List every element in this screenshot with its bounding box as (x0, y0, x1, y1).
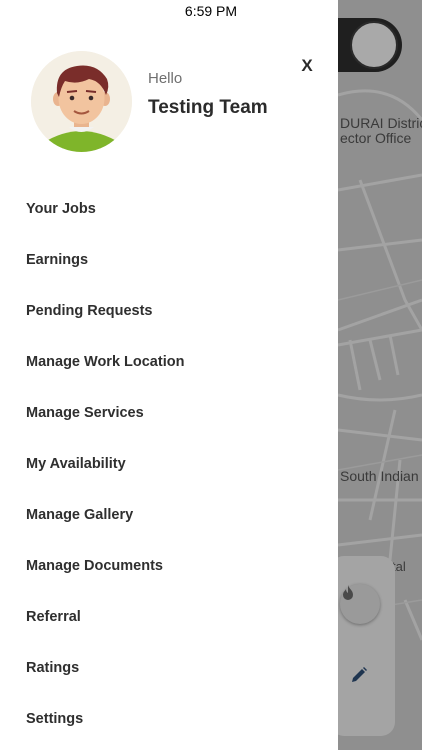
close-drawer-button[interactable]: X (296, 55, 318, 77)
avatar (31, 51, 132, 152)
screen: DURAI District ector Office South Indian… (0, 0, 422, 750)
menu-item-manage-work-location[interactable]: Manage Work Location (0, 337, 338, 388)
drawer-menu: Your Jobs Earnings Pending Requests Mana… (0, 184, 338, 745)
menu-item-pending-requests[interactable]: Pending Requests (0, 286, 338, 337)
map-label-collector: ector Office (340, 130, 412, 146)
menu-item-your-jobs[interactable]: Your Jobs (0, 184, 338, 235)
status-bar-time: 6:59 PM (184, 3, 238, 19)
menu-item-earnings[interactable]: Earnings (0, 235, 338, 286)
menu-item-manage-services[interactable]: Manage Services (0, 388, 338, 439)
online-toggle-knob[interactable] (350, 21, 398, 69)
greeting-label: Hello (148, 70, 183, 87)
edit-button[interactable] (350, 666, 372, 688)
side-drawer: Hello Testing Team X Your Jobs Earnings … (0, 0, 338, 750)
user-name: Testing Team (148, 97, 268, 118)
menu-item-ratings[interactable]: Ratings (0, 643, 338, 694)
menu-item-referral[interactable]: Referral (0, 592, 338, 643)
fire-button[interactable] (340, 584, 380, 624)
menu-item-manage-documents[interactable]: Manage Documents (0, 541, 338, 592)
user-avatar-illustration (31, 51, 132, 152)
menu-item-my-availability[interactable]: My Availability (0, 439, 338, 490)
menu-item-settings[interactable]: Settings (0, 694, 338, 745)
map-action-card (330, 556, 395, 736)
menu-item-manage-gallery[interactable]: Manage Gallery (0, 490, 338, 541)
map-label-south-indian: South Indian (340, 468, 419, 484)
